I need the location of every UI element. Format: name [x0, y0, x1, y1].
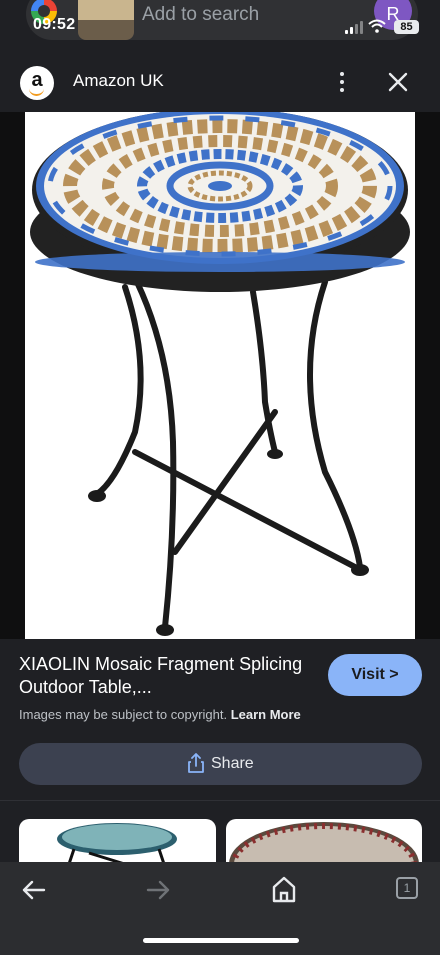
- more-vert-icon[interactable]: [332, 69, 352, 95]
- wifi-icon: [368, 19, 386, 33]
- home-icon[interactable]: [270, 874, 298, 904]
- status-time: 09:52: [33, 16, 76, 33]
- share-icon[interactable]: [187, 753, 205, 773]
- search-image-thumbnail[interactable]: [78, 0, 134, 40]
- learn-more-link[interactable]: Learn More: [231, 707, 301, 722]
- section-divider: [0, 800, 440, 801]
- share-label[interactable]: Share: [211, 755, 254, 773]
- product-title[interactable]: XIAOLIN Mosaic Fragment Splicing Outdoor…: [19, 653, 309, 699]
- source-name[interactable]: Amazon UK: [73, 71, 164, 91]
- search-placeholder[interactable]: Add to search: [142, 4, 259, 26]
- tabs-icon[interactable]: 1: [396, 877, 418, 899]
- home-indicator[interactable]: [143, 938, 299, 943]
- close-icon[interactable]: [384, 68, 412, 96]
- copyright-text: Images may be subject to copyright.: [19, 707, 231, 722]
- visit-button[interactable]: Visit >: [328, 654, 422, 696]
- forward-arrow-icon[interactable]: [144, 876, 172, 904]
- amazon-logo: a: [20, 66, 54, 100]
- product-image[interactable]: [0, 108, 440, 639]
- signal-icon: [345, 20, 367, 34]
- mosaic-table-illustration: [30, 108, 410, 636]
- copyright-notice: Images may be subject to copyright. Lear…: [19, 707, 301, 722]
- result-header: a Amazon UK: [0, 56, 440, 108]
- back-arrow-icon[interactable]: [20, 876, 48, 904]
- battery-indicator: 85: [394, 20, 419, 34]
